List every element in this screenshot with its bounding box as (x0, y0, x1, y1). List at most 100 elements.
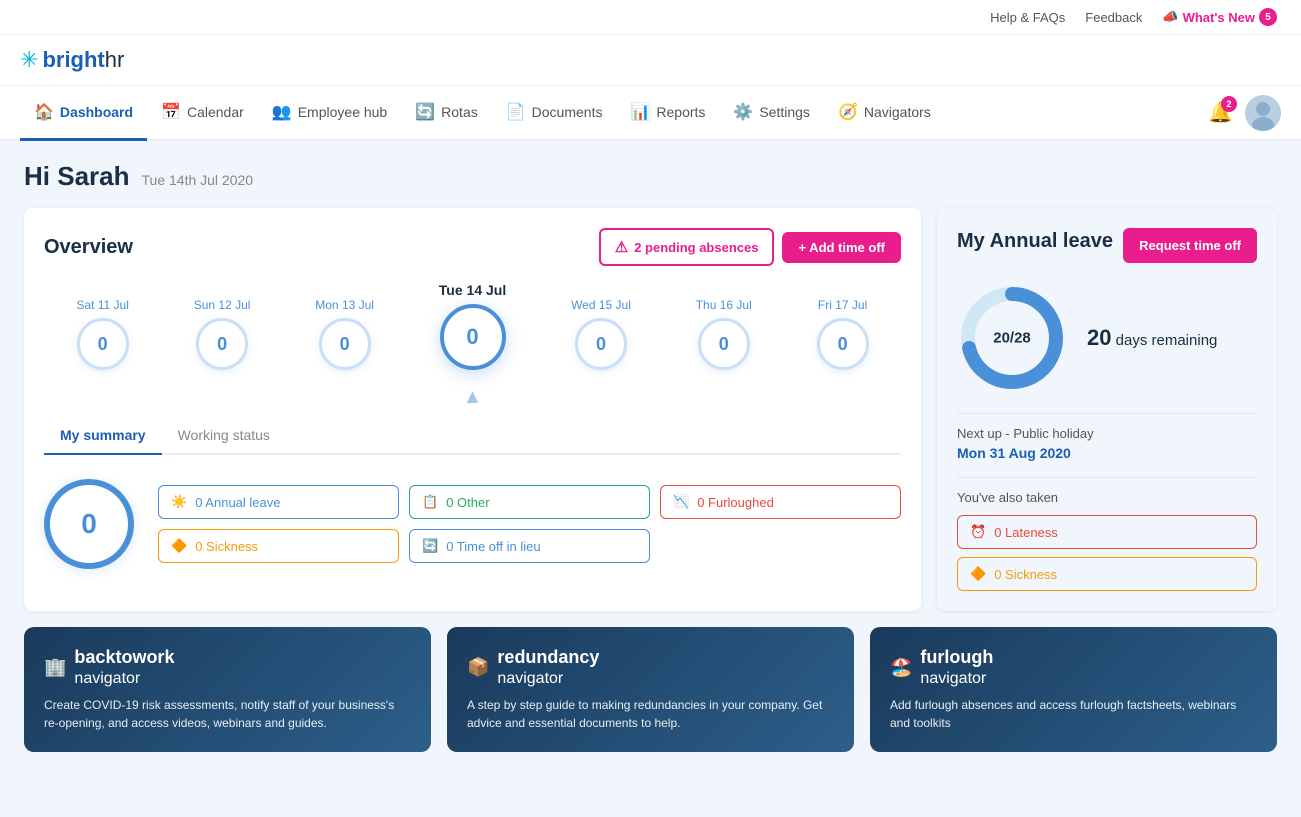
cal-day-1[interactable]: Sun 12 Jul 0 (194, 298, 251, 370)
summary-badges: ☀️ 0 Annual leave 📋 0 Other 📉 0 Furlough… (158, 485, 901, 563)
nav-rotas[interactable]: 🔄 Rotas (401, 86, 492, 141)
overview-title: Overview (44, 236, 133, 259)
summary-content: 0 ☀️ 0 Annual leave 📋 0 Other 📉 0 Furlou… (44, 471, 901, 577)
nav-right: 🔔 2 (1208, 95, 1281, 131)
settings-icon: ⚙️ (733, 102, 753, 122)
request-time-off-button[interactable]: Request time off (1123, 228, 1257, 263)
backtowork-title: 🏢 backtowork navigator (44, 647, 411, 688)
document-icon: 📄 (506, 102, 526, 122)
greeting-name: Hi Sarah (24, 161, 130, 192)
taken-badges: ⏰ 0 Lateness 🔶 0 Sickness (957, 515, 1257, 591)
holiday-date: Mon 31 Aug 2020 (957, 445, 1257, 461)
annual-leave-title: My Annual leave (957, 228, 1113, 254)
remaining-days: 20 (1087, 325, 1111, 350)
taken-sickness[interactable]: 🔶 0 Sickness (957, 557, 1257, 591)
badge-sickness[interactable]: 🔶 0 Sickness (158, 529, 399, 563)
donut-chart: 20/28 (957, 283, 1067, 393)
annual-leave-card: My Annual leave Request time off 20/28 2… (937, 208, 1277, 611)
megaphone-icon: 📣 (1162, 9, 1178, 25)
remaining-label: days remaining (1116, 332, 1218, 349)
cal-day-0[interactable]: Sat 11 Jul 0 (76, 298, 128, 370)
calendar-strip: Sat 11 Jul 0 Sun 12 Jul 0 Mon 13 Jul 0 T… (44, 282, 901, 370)
logo-bar: ✳ brighthr (0, 35, 1301, 86)
backtowork-card[interactable]: 🏢 backtowork navigator Create COVID-19 r… (24, 627, 431, 752)
tab-my-summary[interactable]: My summary (44, 417, 162, 455)
rotas-icon: 🔄 (415, 102, 435, 122)
main-content: Hi Sarah Tue 14th Jul 2020 Overview ⚠ 2 … (0, 141, 1301, 772)
logo-text: brighthr (42, 47, 124, 73)
badge-other[interactable]: 📋 0 Other (409, 485, 650, 519)
donut-section: 20/28 20 days remaining (957, 283, 1257, 393)
donut-label: 20/28 (993, 330, 1031, 347)
greeting: Hi Sarah Tue 14th Jul 2020 (24, 161, 1277, 192)
whats-new-link[interactable]: 📣 What's New 5 (1162, 8, 1277, 26)
sun-icon: ☀️ (171, 494, 187, 510)
furlough-card[interactable]: 🏖️ furlough navigator Add furlough absen… (870, 627, 1277, 752)
logo[interactable]: ✳ brighthr (20, 35, 124, 85)
cal-day-5[interactable]: Thu 16 Jul 0 (696, 298, 752, 370)
dashboard-grid: Overview ⚠ 2 pending absences + Add time… (24, 208, 1277, 611)
redundancy-desc: A step by step guide to making redundanc… (467, 696, 834, 732)
calendar-icon: 📅 (161, 102, 181, 122)
redundancy-icon: 📦 (467, 657, 489, 679)
summary-tabs: My summary Working status (44, 417, 901, 455)
divider (957, 413, 1257, 414)
feedback-link[interactable]: Feedback (1085, 10, 1142, 25)
pending-absences-button[interactable]: ⚠ 2 pending absences (599, 228, 775, 266)
toil-icon: 🔄 (422, 538, 438, 554)
nav-employee-hub[interactable]: 👥 Employee hub (258, 86, 401, 141)
clock-icon: ⏰ (970, 524, 986, 540)
topbar: Help & FAQs Feedback 📣 What's New 5 (0, 0, 1301, 35)
logo-star-icon: ✳ (20, 47, 38, 73)
help-link[interactable]: Help & FAQs (990, 10, 1065, 25)
warning-icon: ⚠ (615, 238, 628, 256)
nav-reports[interactable]: 📊 Reports (616, 86, 719, 141)
sickness-taken-icon: 🔶 (970, 566, 986, 582)
redundancy-card[interactable]: 📦 redundancy navigator A step by step gu… (447, 627, 854, 752)
calendar-arrow (44, 386, 901, 409)
badge-annual-leave[interactable]: ☀️ 0 Annual leave (158, 485, 399, 519)
backtowork-desc: Create COVID-19 risk assessments, notify… (44, 696, 411, 732)
sickness-icon: 🔶 (171, 538, 187, 554)
overview-header: Overview ⚠ 2 pending absences + Add time… (44, 228, 901, 266)
user-avatar[interactable] (1245, 95, 1281, 131)
tab-working-status[interactable]: Working status (162, 417, 286, 455)
notification-button[interactable]: 🔔 2 (1208, 100, 1233, 125)
divider2 (957, 477, 1257, 478)
calendar-other-icon: 📋 (422, 494, 438, 510)
nav-settings[interactable]: ⚙️ Settings (719, 86, 824, 141)
nav-navigators[interactable]: 🧭 Navigators (824, 86, 945, 141)
furlough-desc: Add furlough absences and access furloug… (890, 696, 1257, 732)
badge-toil[interactable]: 🔄 0 Time off in lieu (409, 529, 650, 563)
furlough-icon: 📉 (673, 494, 689, 510)
nav-calendar[interactable]: 📅 Calendar (147, 86, 258, 141)
taken-lateness[interactable]: ⏰ 0 Lateness (957, 515, 1257, 549)
bottom-cards: 🏢 backtowork navigator Create COVID-19 r… (24, 627, 1277, 752)
greeting-date: Tue 14th Jul 2020 (142, 172, 254, 188)
furlough-nav-icon: 🏖️ (890, 657, 912, 679)
next-up-label: Next up - Public holiday (957, 426, 1257, 441)
also-taken-label: You've also taken (957, 490, 1257, 505)
badge-furloughed[interactable]: 📉 0 Furloughed (660, 485, 901, 519)
notification-badge: 2 (1221, 96, 1237, 112)
cal-day-today[interactable]: Tue 14 Jul 0 (439, 282, 506, 370)
cal-day-4[interactable]: Wed 15 Jul 0 (571, 298, 631, 370)
compass-icon: 🧭 (838, 102, 858, 122)
summary-big-circle: 0 (44, 479, 134, 569)
overview-actions: ⚠ 2 pending absences + Add time off (599, 228, 901, 266)
add-time-button[interactable]: + Add time off (782, 232, 901, 263)
furlough-title: 🏖️ furlough navigator (890, 647, 1257, 688)
annual-leave-header: My Annual leave Request time off (957, 228, 1257, 263)
redundancy-title: 📦 redundancy navigator (467, 647, 834, 688)
nav-documents[interactable]: 📄 Documents (492, 86, 617, 141)
cal-day-6[interactable]: Fri 17 Jul 0 (817, 298, 869, 370)
overview-card: Overview ⚠ 2 pending absences + Add time… (24, 208, 921, 611)
whats-new-badge: 5 (1259, 8, 1277, 26)
cal-day-2[interactable]: Mon 13 Jul 0 (315, 298, 374, 370)
chart-icon: 📊 (630, 102, 650, 122)
nav-dashboard[interactable]: 🏠 Dashboard (20, 86, 147, 141)
people-icon: 👥 (272, 102, 292, 122)
remaining-text: 20 days remaining (1087, 325, 1217, 351)
home-icon: 🏠 (34, 102, 54, 122)
building-icon: 🏢 (44, 657, 66, 679)
